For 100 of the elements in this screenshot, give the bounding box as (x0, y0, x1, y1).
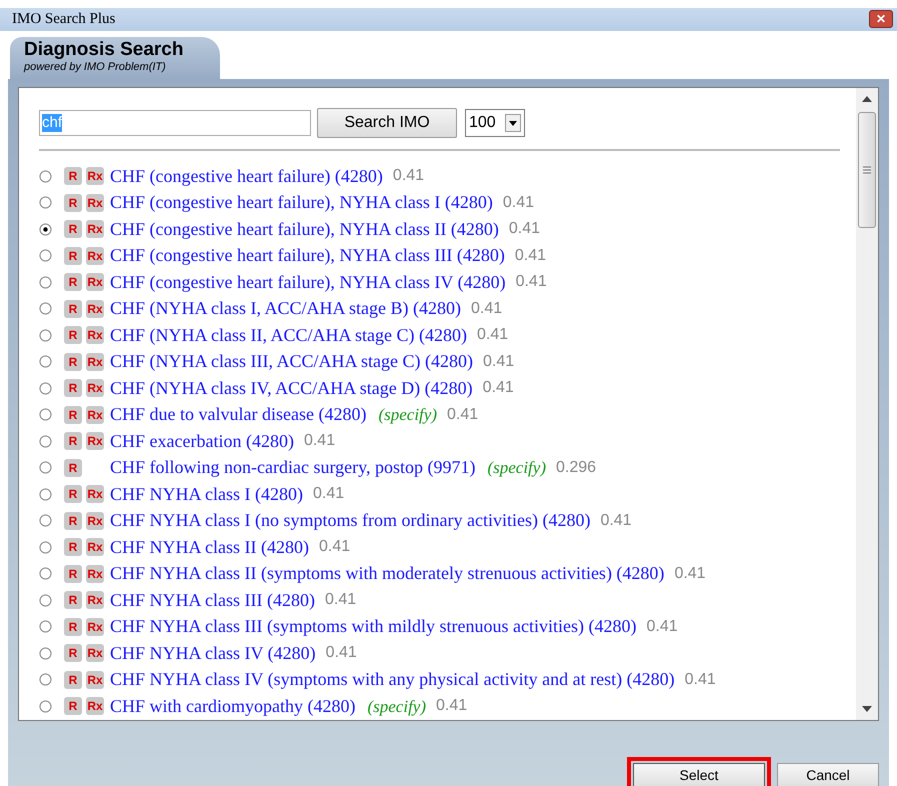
diagnosis-link[interactable]: CHF NYHA class I (no symptoms from ordinary activities) (4280) (110, 507, 590, 534)
radio-button[interactable] (39, 620, 52, 634)
diagnosis-link[interactable]: CHF due to valvular disease (4280) (110, 401, 366, 428)
code-badge[interactable]: Rx (86, 379, 104, 398)
code-badge[interactable]: R (64, 591, 82, 610)
code-badge[interactable]: R (64, 432, 82, 450)
diagnosis-link[interactable]: CHF NYHA class II (4280) (110, 534, 309, 561)
code-badge[interactable]: R (64, 697, 82, 716)
radio-button[interactable] (39, 673, 52, 686)
radio-button[interactable] (39, 302, 52, 316)
diagnosis-link[interactable]: CHF (congestive heart failure), NYHA class III (4280) (110, 242, 505, 270)
radio-button[interactable] (39, 488, 52, 501)
code-badge[interactable]: R (64, 194, 82, 212)
code-badge[interactable]: Rx (86, 432, 104, 450)
radio-button[interactable] (39, 700, 52, 713)
score-text: 0.41 (318, 537, 350, 558)
diagnosis-link[interactable]: CHF NYHA class II (symptoms with moderately strenuous activities) (4280) (110, 560, 664, 588)
radio-button[interactable] (39, 382, 52, 395)
radio-button[interactable] (39, 196, 52, 210)
radio-button[interactable] (39, 276, 52, 289)
code-badge[interactable]: R (64, 220, 82, 238)
code-badge[interactable]: Rx (86, 326, 104, 344)
code-badge[interactable]: Rx (86, 485, 104, 504)
code-badge[interactable]: R (64, 485, 82, 504)
code-badge[interactable]: R (64, 458, 82, 477)
code-badge[interactable]: R (64, 246, 82, 265)
specify-link[interactable]: (specify) (367, 694, 426, 719)
diagnosis-link[interactable]: CHF (congestive heart failure), NYHA class II (4280) (110, 216, 499, 243)
diagnosis-link[interactable]: CHF (congestive heart failure), NYHA class I (4280) (110, 189, 493, 216)
diagnosis-link[interactable]: CHF following non-cardiac surgery, postop (9971) (110, 454, 476, 482)
scroll-thumb[interactable] (858, 112, 876, 228)
radio-button[interactable] (39, 355, 52, 368)
code-badge[interactable]: Rx (86, 538, 104, 556)
score-text: 0.41 (600, 510, 632, 531)
code-badge[interactable]: Rx (86, 220, 104, 238)
radio-button[interactable] (39, 461, 52, 474)
radio-button[interactable] (39, 434, 52, 448)
diagnosis-link[interactable]: CHF (NYHA class II, ACC/AHA stage C) (4280) (110, 322, 467, 349)
code-badge[interactable]: R (64, 273, 82, 292)
code-badge[interactable]: R (64, 670, 82, 689)
code-badge[interactable]: Rx (86, 670, 104, 689)
code-badge[interactable]: R (64, 564, 82, 583)
close-button[interactable]: ✕ (869, 10, 893, 28)
code-badge[interactable]: Rx (86, 618, 104, 636)
radio-button[interactable] (39, 249, 52, 262)
diagnosis-link[interactable]: CHF (congestive heart failure), NYHA class IV (4280) (110, 268, 506, 296)
score-text: 0.41 (502, 192, 534, 213)
radio-button[interactable] (39, 328, 52, 342)
score-text: 0.41 (482, 378, 514, 398)
code-badge[interactable]: R (64, 538, 82, 556)
code-badge[interactable]: R (64, 644, 82, 662)
code-badge[interactable]: Rx (86, 406, 104, 424)
diagnosis-link[interactable]: CHF NYHA class III (symptoms with mildly strenuous activities) (4280) (110, 613, 636, 640)
diagnosis-link[interactable]: CHF (NYHA class III, ACC/AHA stage C) (4280) (110, 348, 473, 376)
radio-button[interactable] (39, 540, 52, 554)
dialog-button[interactable]: Cancel (777, 762, 879, 786)
diagnosis-link[interactable]: CHF NYHA class IV (4280) (110, 640, 316, 667)
radio-button[interactable] (39, 170, 52, 183)
code-badge[interactable]: R (64, 618, 82, 636)
code-badge[interactable]: Rx (86, 246, 104, 265)
search-button[interactable]: Search IMO (317, 108, 457, 138)
specify-link[interactable]: (specify) (487, 455, 546, 480)
code-badge[interactable]: R (64, 512, 82, 530)
code-badge[interactable]: Rx (86, 194, 104, 212)
code-badge[interactable]: Rx (86, 300, 104, 318)
diagnosis-link[interactable]: CHF (NYHA class IV, ACC/AHA stage D) (4280) (110, 374, 473, 402)
code-badge[interactable]: Rx (86, 273, 104, 292)
code-badge[interactable]: Rx (86, 512, 104, 530)
diagnosis-link[interactable]: CHF NYHA class IV (symptoms with any physical activity and at rest) (4280) (110, 666, 675, 694)
diagnosis-link[interactable]: CHF (congestive heart failure) (4280) (110, 162, 383, 190)
code-badge[interactable]: R (64, 167, 82, 186)
scroll-up-icon[interactable] (862, 96, 872, 102)
scroll-down-icon[interactable] (862, 706, 872, 712)
radio-button[interactable] (39, 514, 52, 528)
radio-button[interactable] (39, 567, 52, 580)
code-badge[interactable]: Rx (86, 644, 104, 662)
code-badge[interactable]: R (64, 379, 82, 398)
diagnosis-link[interactable]: CHF exacerbation (4280) (110, 428, 294, 455)
diagnosis-link[interactable]: CHF with cardiomyopathy (4280) (110, 692, 356, 720)
radio-button[interactable] (39, 646, 52, 660)
header-title: Diagnosis Search (24, 38, 184, 60)
specify-link[interactable]: (specify) (378, 402, 437, 428)
radio-button[interactable] (39, 594, 52, 607)
code-badge[interactable]: R (64, 326, 82, 344)
code-badge[interactable]: Rx (86, 591, 104, 610)
code-badge[interactable]: R (64, 406, 82, 424)
radio-button[interactable] (39, 408, 52, 422)
diagnosis-link[interactable]: CHF NYHA class I (4280) (110, 480, 303, 508)
code-badge[interactable]: R (64, 352, 82, 371)
radio-button[interactable] (39, 222, 52, 236)
diagnosis-link[interactable]: CHF (NYHA class I, ACC/AHA stage B) (4280) (110, 295, 461, 322)
code-badge[interactable]: Rx (86, 564, 104, 583)
scrollbar[interactable] (856, 88, 878, 720)
limit-dropdown[interactable]: 100 (465, 109, 525, 138)
code-badge[interactable]: Rx (86, 697, 104, 716)
search-field[interactable]: chf (39, 110, 311, 136)
code-badge[interactable]: Rx (86, 167, 104, 186)
code-badge[interactable]: R (64, 300, 82, 318)
code-badge[interactable]: Rx (86, 352, 104, 371)
diagnosis-link[interactable]: CHF NYHA class III (4280) (110, 586, 315, 614)
